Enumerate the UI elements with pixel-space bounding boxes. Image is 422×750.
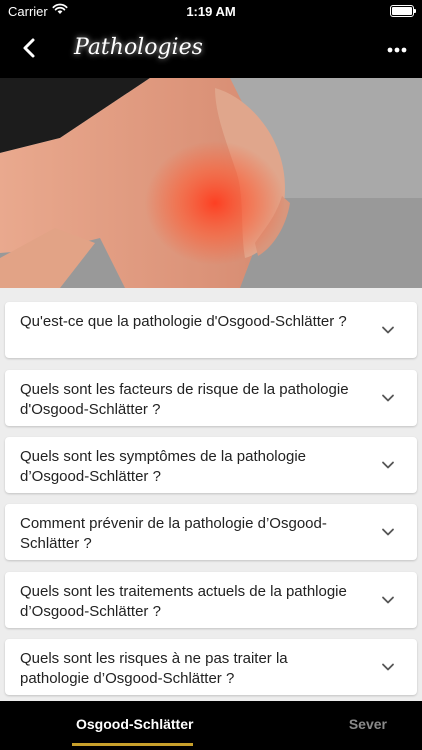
nav-bar: Pathologies — [0, 22, 422, 78]
faq-question: Quels sont les symptômes de la pathologi… — [20, 448, 306, 485]
faq-item[interactable]: Quels sont les facteurs de risque de la … — [5, 370, 417, 426]
tab-osgood-schlatter[interactable]: Osgood-Schlätter — [76, 716, 193, 732]
faq-item[interactable]: Quels sont les risques à ne pas traiter … — [5, 639, 417, 695]
battery-icon — [390, 5, 416, 17]
active-tab-indicator — [72, 743, 193, 746]
faq-question: Qu'est-ce que la pathologie d'Osgood-Sch… — [20, 313, 347, 330]
faq-question: Comment prévenir de la pathologie d’Osgo… — [20, 515, 327, 552]
faq-question: Quels sont les facteurs de risque de la … — [20, 381, 349, 418]
tab-bar: Osgood-Schlätter Sever — [0, 701, 422, 750]
more-options-icon[interactable] — [386, 40, 408, 60]
chevron-down-icon[interactable] — [381, 593, 395, 607]
chevron-down-icon[interactable] — [381, 525, 395, 539]
chevron-down-icon[interactable] — [381, 391, 395, 405]
status-bar: Carrier 1:19 AM — [0, 0, 422, 22]
faq-item[interactable]: Comment prévenir de la pathologie d’Osgo… — [5, 504, 417, 560]
faq-question: Quels sont les traitements actuels de la… — [20, 583, 347, 620]
status-time: 1:19 AM — [186, 4, 236, 19]
faq-item[interactable]: Quels sont les symptômes de la pathologi… — [5, 437, 417, 493]
back-arrow-icon[interactable] — [16, 34, 46, 64]
chevron-down-icon[interactable] — [381, 458, 395, 472]
page-title: Pathologies — [74, 35, 203, 60]
faq-question: Quels sont les risques à ne pas traiter … — [20, 650, 288, 687]
faq-item[interactable]: Qu'est-ce que la pathologie d'Osgood-Sch… — [5, 302, 417, 358]
chevron-down-icon[interactable] — [381, 660, 395, 674]
faq-item[interactable]: Quels sont les traitements actuels de la… — [5, 572, 417, 628]
chevron-down-icon[interactable] — [381, 323, 395, 337]
hero-image — [0, 78, 422, 288]
tab-sever[interactable]: Sever — [349, 716, 387, 732]
